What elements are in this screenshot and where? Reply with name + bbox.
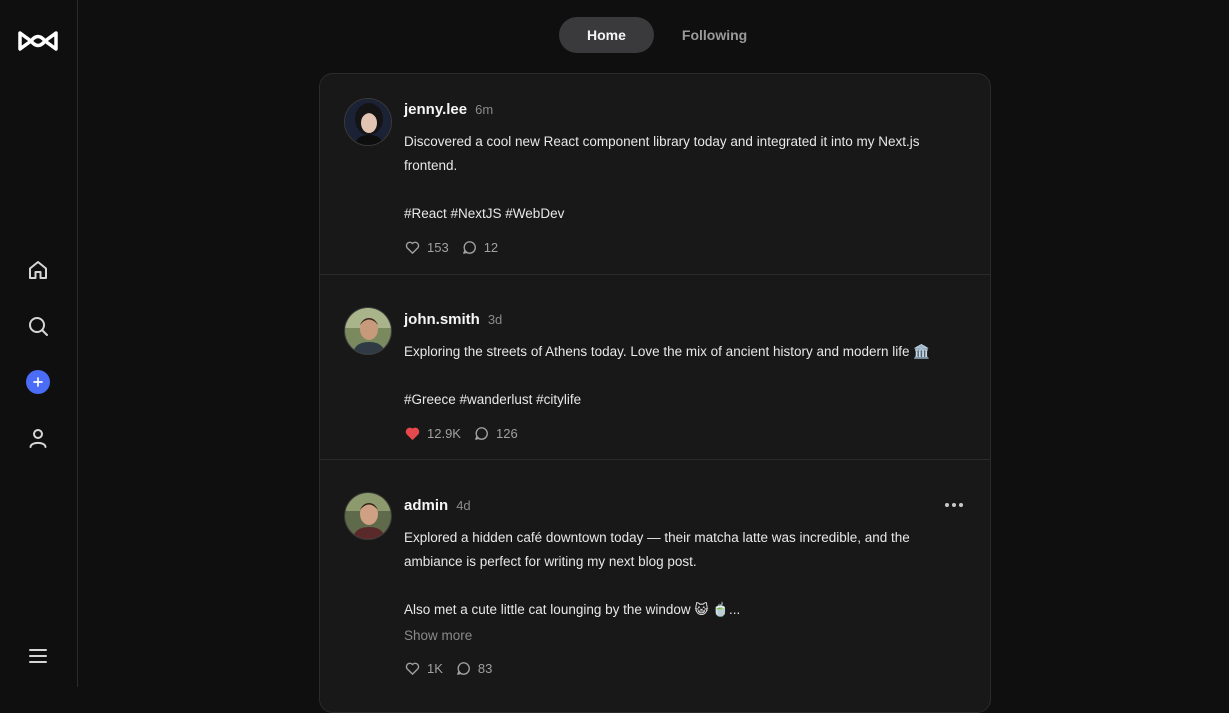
like-count: 153 bbox=[427, 240, 449, 255]
heart-icon bbox=[405, 241, 420, 254]
like-count: 12.9K bbox=[427, 426, 461, 441]
avatar-image bbox=[345, 99, 391, 145]
more-options-icon[interactable] bbox=[944, 500, 964, 510]
post-username[interactable]: admin bbox=[404, 497, 448, 514]
comment-button[interactable]: 12 bbox=[461, 239, 498, 256]
user-icon bbox=[29, 429, 47, 448]
sidebar bbox=[0, 0, 78, 687]
heart-filled-icon bbox=[405, 427, 420, 440]
like-count: 1K bbox=[427, 661, 443, 676]
feed: jenny.lee 6m Discovered a cool new React… bbox=[319, 73, 991, 713]
like-button[interactable]: 12.9K bbox=[404, 425, 461, 442]
post-time: 4d bbox=[456, 498, 471, 513]
home-icon bbox=[29, 261, 47, 279]
comment-button[interactable]: 126 bbox=[473, 425, 518, 442]
avatar[interactable] bbox=[344, 98, 392, 146]
post: jenny.lee 6m Discovered a cool new React… bbox=[320, 74, 990, 275]
post: admin 4d Explored a hidden café downtown… bbox=[320, 460, 990, 712]
search-icon bbox=[29, 317, 48, 336]
post-username[interactable]: john.smith bbox=[404, 311, 480, 328]
plus-icon bbox=[33, 377, 43, 387]
home-button[interactable] bbox=[23, 255, 53, 285]
tab-following[interactable]: Following bbox=[654, 17, 775, 53]
post-text: Discovered a cool new React component li… bbox=[404, 134, 920, 221]
avatar-image bbox=[345, 493, 391, 539]
menu-icon[interactable] bbox=[27, 646, 49, 666]
post-username[interactable]: jenny.lee bbox=[404, 101, 467, 118]
post-time: 6m bbox=[475, 102, 494, 117]
comment-count: 126 bbox=[495, 426, 518, 441]
post-time: 3d bbox=[487, 312, 503, 327]
show-more-link[interactable]: Show more bbox=[404, 628, 472, 643]
like-button[interactable]: 1K bbox=[404, 660, 443, 677]
feed-tabs: Home Following bbox=[559, 17, 775, 53]
tab-home[interactable]: Home bbox=[559, 17, 654, 53]
search-button[interactable] bbox=[23, 311, 53, 341]
post-text: Exploring the streets of Athens today. L… bbox=[404, 344, 931, 407]
heart-icon bbox=[405, 662, 420, 675]
profile-button[interactable] bbox=[23, 423, 53, 453]
avatar[interactable] bbox=[344, 307, 392, 355]
avatar-image bbox=[345, 308, 391, 354]
comment-button[interactable]: 83 bbox=[455, 660, 492, 677]
like-button[interactable]: 153 bbox=[404, 239, 449, 256]
comment-count: 12 bbox=[483, 240, 499, 255]
comment-icon bbox=[462, 241, 476, 254]
comment-count: 83 bbox=[477, 661, 493, 676]
post: john.smith 3d Exploring the streets of A… bbox=[320, 275, 990, 460]
post-text: Explored a hidden café downtown today — … bbox=[404, 530, 910, 617]
comment-icon bbox=[457, 662, 470, 675]
avatar[interactable] bbox=[344, 492, 392, 540]
comment-icon bbox=[475, 427, 488, 440]
logo-icon[interactable] bbox=[17, 29, 59, 53]
create-post-button[interactable] bbox=[26, 370, 50, 394]
